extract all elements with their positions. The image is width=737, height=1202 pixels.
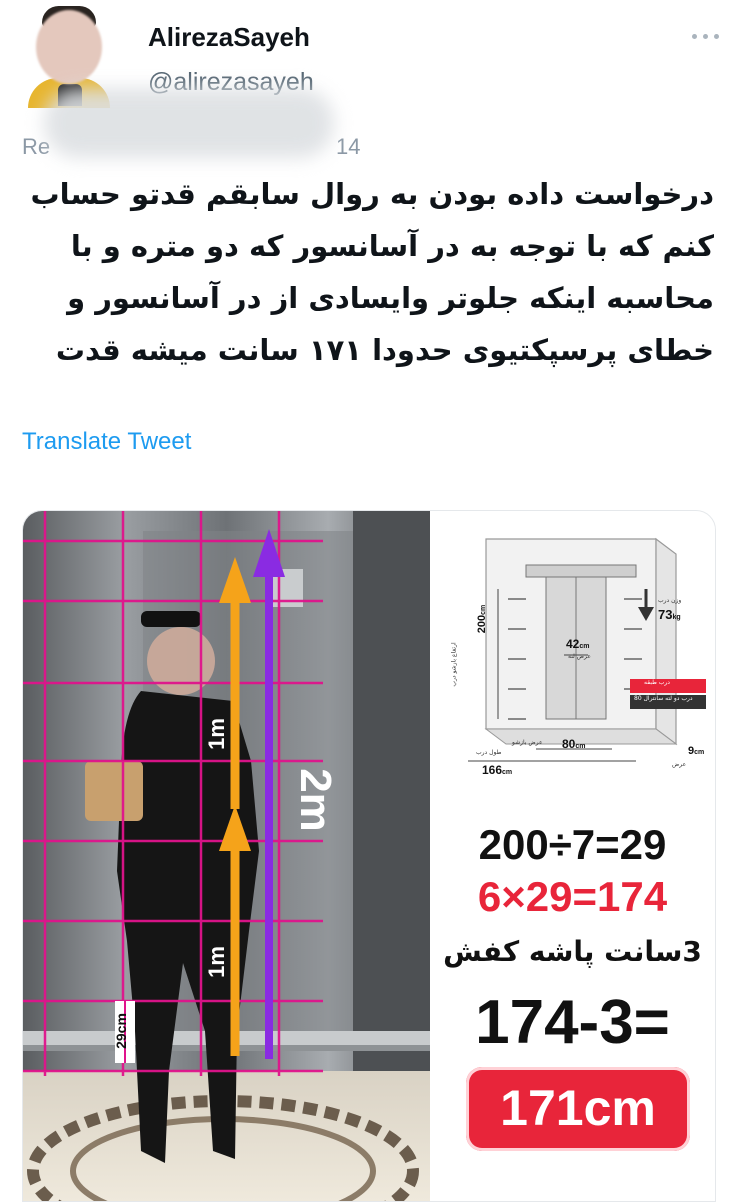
diagram-height-value: 200cm (476, 604, 489, 634)
info-panel: 200cm ارتفاع بازشو درب 42cm عرض لته وزن … (430, 511, 715, 1201)
diagram-legend-2: درب دو لته سانترال 80 (634, 695, 693, 702)
author-display-name[interactable]: AlirezaSayeh (148, 22, 310, 53)
tweet-media[interactable]: 1m 1m 2m 29cm 200cm ارتفاع بازشو درب 42c… (22, 510, 716, 1202)
redaction-blur (44, 88, 334, 158)
more-options-icon[interactable] (686, 22, 726, 52)
diagram-opening-value: 42cm (566, 637, 590, 651)
label-1m-top: 1m (203, 718, 229, 750)
door-diagram (468, 537, 706, 762)
label-29cm: 29cm (112, 1013, 129, 1049)
diagram-outer-width-caption: طول درب (476, 749, 502, 756)
reply-suffix: 14 (336, 134, 361, 159)
diagram-legend-1: درب طبقه (644, 679, 670, 686)
calc-line-2: 6×29=174 (477, 873, 668, 920)
elevator-photo (23, 511, 430, 1201)
diagram-inner-width-caption: عرض بازشو (512, 739, 543, 746)
diagram-depth-caption: عرض (672, 761, 687, 768)
diagram-side-caption: ارتفاع بازشو درب (450, 642, 458, 687)
result-badge: 171cm (466, 1067, 690, 1151)
diagram-weight-value: 73kg (658, 607, 681, 622)
diagram-outer-width-value: 166cm (482, 763, 513, 777)
avatar-blurred-face (36, 10, 102, 84)
calc-line-1: 200÷7=29 (478, 821, 667, 868)
diagram-weight-caption: وزن درب (658, 597, 682, 604)
label-1m-bottom: 1m (203, 946, 229, 978)
calc-line-3: 3سانت پاشه کفش (443, 935, 702, 968)
reply-prefix: Re (22, 134, 51, 159)
label-2m: 2m (290, 768, 340, 832)
diagram-depth-value: 9cm (688, 745, 705, 757)
calc-line-4: 174-3= (475, 988, 670, 1057)
tweet-text: درخواست داده بودن به روال سابقم قدتو حسا… (30, 177, 714, 367)
diagram-inner-width-value: 80cm (562, 737, 586, 751)
translate-tweet-link[interactable]: Translate Tweet (22, 428, 191, 456)
result-value: 171cm (500, 1080, 656, 1136)
diagram-opening-caption: عرض لته (568, 653, 591, 660)
